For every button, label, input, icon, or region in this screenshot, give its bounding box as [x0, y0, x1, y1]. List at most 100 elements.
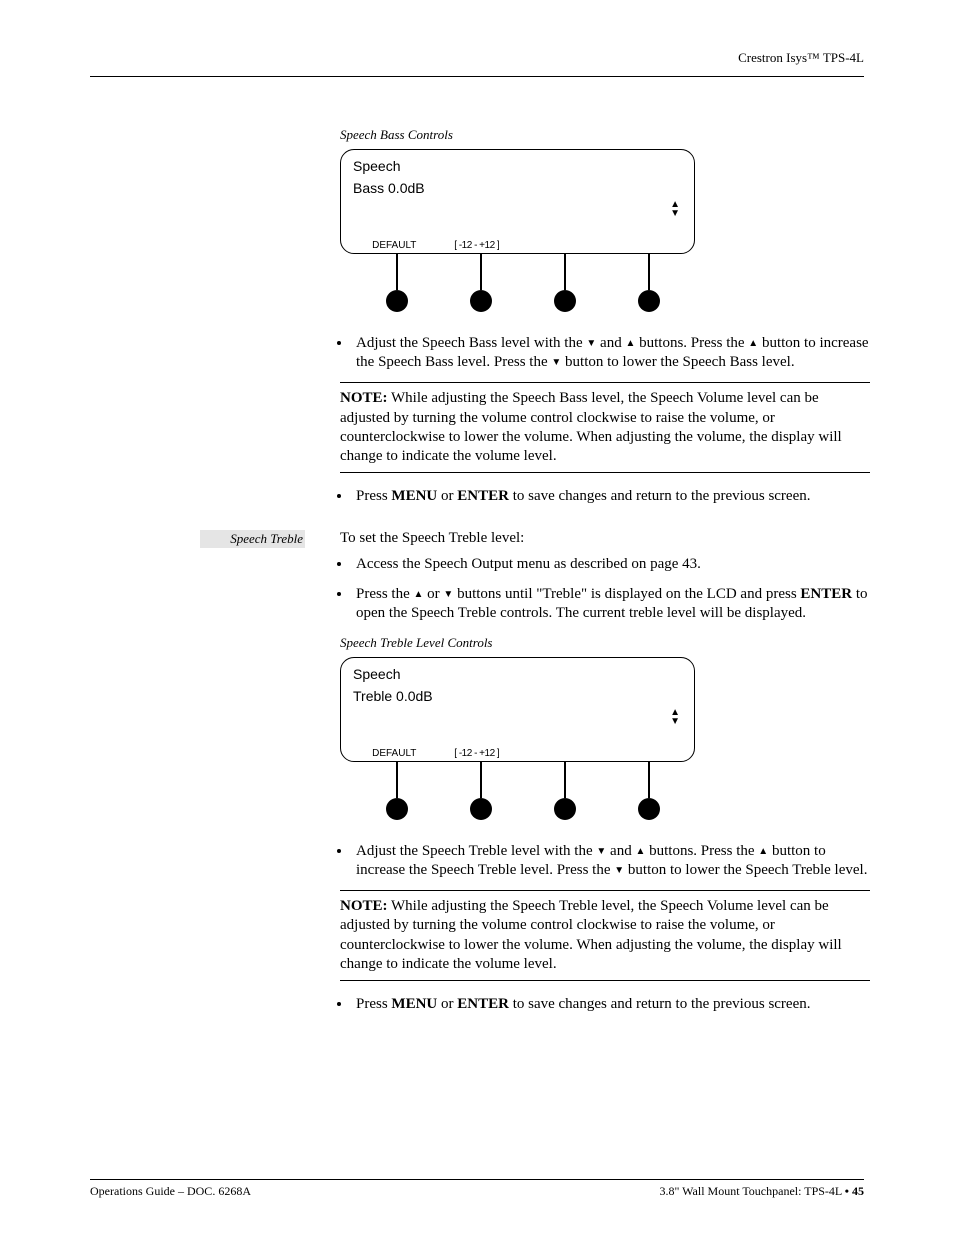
knob-row — [340, 254, 695, 316]
softkey-1: DEFAULT — [353, 240, 436, 251]
knob-stem — [564, 254, 566, 290]
list-item: Press the ▲ or ▼ buttons until "Treble" … — [352, 585, 870, 623]
footer-right-text: 3.8" Wall Mount Touchpanel: TPS-4L — [659, 1184, 844, 1198]
arrow-down-icon: ▼ — [670, 717, 680, 726]
list-item: Adjust the Speech Treble level with the … — [352, 842, 870, 880]
knob-icon — [554, 798, 576, 820]
down-icon: ▼ — [551, 357, 561, 370]
lcd-line1: Speech — [353, 158, 682, 174]
section-bass: Speech Bass Controls Speech Bass 0.0dB ▲… — [340, 127, 870, 506]
lcd-treble: Speech Treble 0.0dB ▲ ▼ DEFAULT [ -12 - … — [340, 657, 695, 762]
text: Press — [356, 996, 391, 1012]
lcd-line2: Bass 0.0dB — [353, 180, 682, 196]
knob-stem — [396, 254, 398, 290]
text: buttons. Press the — [635, 335, 748, 351]
softkey-3 — [518, 748, 601, 759]
softkey-2: [ -12 - +12 ] — [436, 240, 519, 251]
page-content: Speech Bass Controls Speech Bass 0.0dB ▲… — [90, 127, 864, 1014]
note-label: NOTE: — [340, 898, 388, 914]
knob-row — [340, 762, 695, 824]
footer-left: Operations Guide – DOC. 6268A — [90, 1184, 251, 1199]
knob-stem — [648, 762, 650, 798]
lcd-arrows: ▲ ▼ — [670, 708, 680, 726]
margin-label-treble: Speech Treble — [200, 530, 305, 548]
enter-label: ENTER — [800, 586, 852, 602]
list-item: Press MENU or ENTER to save changes and … — [352, 487, 870, 506]
down-icon: ▼ — [443, 589, 453, 602]
footer-rule — [90, 1179, 864, 1180]
text: or — [437, 488, 457, 504]
knob-stem — [396, 762, 398, 798]
intro-treble: To set the Speech Treble level: — [340, 530, 870, 547]
footer-page-num: 45 — [849, 1184, 864, 1198]
text: button to lower the Speech Bass level. — [561, 354, 794, 370]
softkey-2: [ -12 - +12 ] — [436, 748, 519, 759]
softkey-1: DEFAULT — [353, 748, 436, 759]
enter-label: ENTER — [457, 996, 509, 1012]
knob-icon — [554, 290, 576, 312]
text: or — [423, 586, 443, 602]
lcd-arrows: ▲ ▼ — [670, 200, 680, 218]
footer-right: 3.8" Wall Mount Touchpanel: TPS-4L • 45 — [659, 1184, 864, 1199]
knob-icon — [638, 290, 660, 312]
section-treble-wrap: Speech Treble To set the Speech Treble l… — [90, 530, 864, 1014]
knob-stem — [480, 254, 482, 290]
list-item: Access the Speech Output menu as describ… — [352, 555, 870, 574]
text: buttons until "Treble" is displayed on t… — [453, 586, 800, 602]
knob-stem — [564, 762, 566, 798]
softkey-3 — [518, 240, 601, 251]
arrow-down-icon: ▼ — [670, 209, 680, 218]
knob-icon — [470, 798, 492, 820]
note-label: NOTE: — [340, 390, 388, 406]
text: Press the — [356, 586, 414, 602]
knob-icon — [470, 290, 492, 312]
caption-bass: Speech Bass Controls — [340, 127, 870, 143]
header-rule — [90, 76, 864, 77]
knob-stem — [648, 254, 650, 290]
note-text: While adjusting the Speech Treble level,… — [340, 898, 842, 972]
text: to save changes and return to the previo… — [509, 996, 811, 1012]
bullet-list-bass: Adjust the Speech Bass level with the ▼ … — [312, 334, 870, 372]
bullet-list-treble: Adjust the Speech Treble level with the … — [312, 842, 870, 880]
knob-icon — [386, 798, 408, 820]
up-icon: ▲ — [625, 338, 635, 351]
note-bass: NOTE: While adjusting the Speech Bass le… — [340, 382, 870, 473]
list-item: Press MENU or ENTER to save changes and … — [352, 995, 870, 1014]
menu-label: MENU — [391, 996, 437, 1012]
note-text: While adjusting the Speech Bass level, t… — [340, 390, 842, 464]
bullet-list-treble-pre: Access the Speech Output menu as describ… — [312, 555, 870, 623]
up-icon: ▲ — [635, 846, 645, 859]
up-icon: ▲ — [748, 338, 758, 351]
softkey-4 — [601, 240, 684, 251]
text: Adjust the Speech Treble level with the — [356, 843, 596, 859]
text: Press — [356, 488, 391, 504]
enter-label: ENTER — [457, 488, 509, 504]
caption-treble: Speech Treble Level Controls — [340, 635, 870, 651]
menu-label: MENU — [391, 488, 437, 504]
footer-row: Operations Guide – DOC. 6268A 3.8" Wall … — [90, 1184, 864, 1199]
lcd-softkeys: DEFAULT [ -12 - +12 ] — [353, 748, 683, 759]
text: or — [437, 996, 457, 1012]
lcd-line2: Treble 0.0dB — [353, 688, 682, 704]
lcd-bass: Speech Bass 0.0dB ▲ ▼ DEFAULT [ -12 - +1… — [340, 149, 695, 254]
page-header: Crestron Isys™ TPS-4L — [90, 50, 864, 77]
text: and — [596, 335, 625, 351]
down-icon: ▼ — [586, 338, 596, 351]
knob-icon — [386, 290, 408, 312]
lcd-softkeys: DEFAULT [ -12 - +12 ] — [353, 240, 683, 251]
down-icon: ▼ — [614, 865, 624, 878]
note-treble: NOTE: While adjusting the Speech Treble … — [340, 890, 870, 981]
text: and — [606, 843, 635, 859]
page-footer: Operations Guide – DOC. 6268A 3.8" Wall … — [90, 1179, 864, 1199]
section-treble: To set the Speech Treble level: Access t… — [340, 530, 870, 1014]
text: button to lower the Speech Treble level. — [624, 862, 867, 878]
text: Adjust the Speech Bass level with the — [356, 335, 586, 351]
up-icon: ▲ — [758, 846, 768, 859]
text: to save changes and return to the previo… — [509, 488, 811, 504]
down-icon: ▼ — [596, 846, 606, 859]
softkey-4 — [601, 748, 684, 759]
bullet-list-bass-2: Press MENU or ENTER to save changes and … — [312, 487, 870, 506]
up-icon: ▲ — [414, 589, 424, 602]
header-right: Crestron Isys™ TPS-4L — [90, 50, 864, 66]
lcd-line1: Speech — [353, 666, 682, 682]
